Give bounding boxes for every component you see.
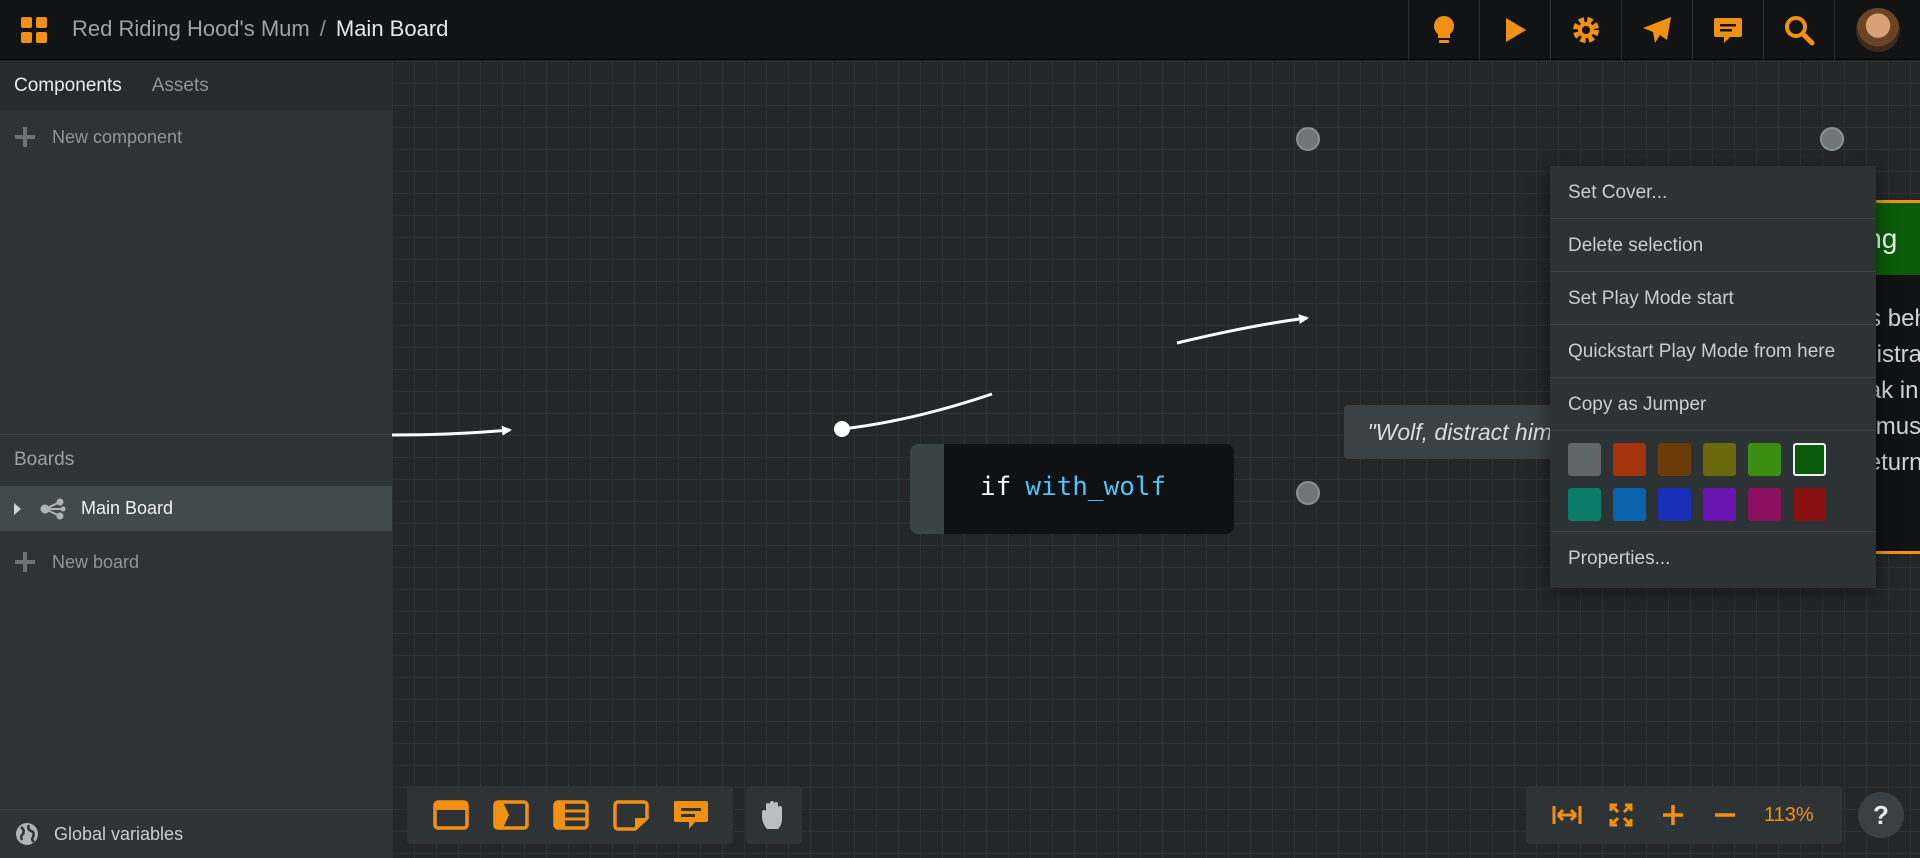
menu-item-copy-as-jumper[interactable]: Copy as Jumper	[1550, 378, 1876, 431]
app-menu-grid-icon[interactable]	[20, 16, 48, 44]
globe-icon	[14, 821, 40, 847]
color-swatch[interactable]	[1703, 443, 1736, 476]
global-variables-label: Global variables	[54, 823, 184, 844]
gear-icon	[1570, 14, 1602, 46]
board-title: Main Board	[335, 16, 449, 41]
sidebar: Components Assets New component Boards M…	[0, 61, 392, 858]
new-component-button[interactable]: New component	[0, 111, 392, 163]
color-swatch[interactable]	[1703, 488, 1736, 521]
context-menu: Set Cover... Delete selection Set Play M…	[1550, 166, 1876, 588]
play-icon	[1501, 15, 1529, 45]
top-bar: Red Riding Hood's Mum / Main Board	[0, 0, 1920, 60]
resize-handle-bottom-left[interactable]	[1296, 481, 1320, 505]
new-board-button[interactable]: New board	[0, 536, 392, 588]
condition-icon[interactable]	[491, 798, 531, 832]
condition-expression: if with_wolf	[980, 472, 1166, 502]
comment-icon[interactable]	[671, 798, 711, 832]
breadcrumb: Red Riding Hood's Mum / Main Board	[72, 16, 448, 42]
menu-item-quickstart-play-mode[interactable]: Quickstart Play Mode from here	[1550, 325, 1876, 378]
board-tree-icon	[39, 498, 67, 520]
zoom-level[interactable]: 113%	[1764, 804, 1814, 827]
menu-item-set-play-mode-start[interactable]: Set Play Mode start	[1550, 272, 1876, 325]
plus-icon	[14, 551, 36, 573]
global-variables-button[interactable]: Global variables	[0, 809, 392, 858]
color-swatches	[1550, 431, 1876, 532]
color-swatch[interactable]	[1748, 443, 1781, 476]
connection-to-card	[841, 318, 1307, 431]
color-swatch[interactable]	[1793, 488, 1826, 521]
boards-heading: Boards	[0, 434, 392, 484]
note-icon[interactable]	[611, 798, 651, 832]
sidebar-item-main-board[interactable]: Main Board	[0, 486, 392, 531]
menu-item-delete-selection[interactable]: Delete selection	[1550, 219, 1876, 272]
paper-plane-icon	[1641, 15, 1673, 45]
color-swatch[interactable]	[1658, 488, 1691, 521]
zoom-out-icon[interactable]	[1712, 802, 1738, 828]
menu-item-properties[interactable]: Properties...	[1550, 532, 1876, 585]
resize-handle-top-left[interactable]	[1296, 127, 1320, 151]
resize-handle-top-right[interactable]	[1820, 127, 1844, 151]
tab-assets[interactable]: Assets	[152, 75, 209, 97]
condition-node[interactable]: if with_wolf	[910, 444, 1234, 534]
connection-start-dot	[834, 421, 850, 437]
create-node-toolbar	[407, 786, 733, 844]
menu-item-set-cover[interactable]: Set Cover...	[1550, 166, 1876, 219]
board-label: Main Board	[81, 498, 174, 518]
card-icon[interactable]	[431, 798, 471, 832]
zoom-in-icon[interactable]	[1660, 802, 1686, 828]
fullscreen-icon[interactable]	[1608, 802, 1634, 828]
expand-caret-icon[interactable]	[14, 502, 21, 515]
condition-keyword: if	[980, 472, 1012, 502]
color-swatch[interactable]	[1613, 488, 1646, 521]
color-swatch[interactable]	[1748, 488, 1781, 521]
hand-icon	[759, 799, 789, 831]
comment-icon	[1712, 15, 1744, 45]
condition-node-input-tab	[910, 444, 944, 534]
color-swatch[interactable]	[1658, 443, 1691, 476]
hub-icon[interactable]	[551, 798, 591, 832]
color-swatch[interactable]	[1568, 488, 1601, 521]
tab-components[interactable]: Components	[14, 75, 122, 97]
fit-width-icon[interactable]	[1552, 803, 1582, 827]
lightbulb-icon	[1429, 14, 1459, 46]
breadcrumb-separator: /	[319, 16, 326, 41]
help-button[interactable]: ?	[1858, 792, 1904, 838]
zoom-toolbar: 113%	[1526, 786, 1842, 844]
new-component-label: New component	[52, 126, 183, 147]
color-swatch[interactable]	[1568, 443, 1601, 476]
play-button[interactable]	[1479, 0, 1549, 60]
search-icon	[1783, 14, 1815, 46]
new-board-label: New board	[52, 551, 140, 572]
publish-button[interactable]	[1621, 0, 1691, 60]
condition-variable: with_wolf	[1025, 472, 1167, 502]
avatar[interactable]	[1856, 8, 1900, 52]
connection-incoming	[392, 425, 512, 437]
search-button[interactable]	[1763, 0, 1833, 60]
hand-tool-button[interactable]	[746, 786, 802, 844]
color-swatch[interactable]	[1793, 443, 1826, 476]
sidebar-tabs: Components Assets	[0, 61, 392, 111]
plus-icon	[14, 126, 36, 148]
project-title[interactable]: Red Riding Hood's Mum	[72, 16, 310, 41]
hints-button[interactable]	[1408, 0, 1478, 60]
color-swatch[interactable]	[1613, 443, 1646, 476]
settings-button[interactable]	[1550, 0, 1620, 60]
comments-button[interactable]	[1692, 0, 1762, 60]
